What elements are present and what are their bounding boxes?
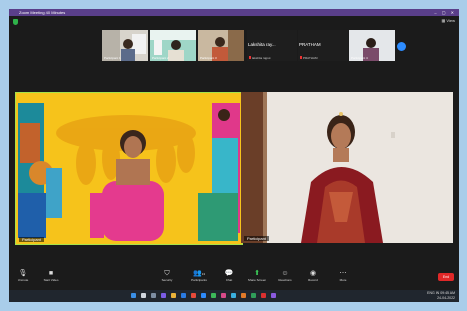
muted-mic-icon: [249, 56, 251, 59]
store-icon[interactable]: [191, 293, 196, 298]
end-meeting-button[interactable]: End: [438, 273, 454, 281]
edge-icon[interactable]: [181, 293, 186, 298]
system-tray[interactable]: ENG IN 09:45 AM 24-04-2022: [427, 291, 455, 301]
security-button[interactable]: ⛉ Security: [155, 270, 179, 283]
app-icon[interactable]: [271, 293, 276, 298]
task-view-icon[interactable]: [151, 293, 156, 298]
video-thumbnail[interactable]: Participant 2: [150, 30, 196, 61]
more-label: More: [339, 278, 347, 282]
thumbnail-name: PRATHAM: [300, 56, 317, 60]
participant-strip: Participant 1 Participant 2 Participant …: [102, 30, 422, 64]
video-thumbnail[interactable]: Participant 3: [198, 30, 244, 61]
share-screen-button[interactable]: ⬆ Share Screen: [245, 270, 269, 283]
more-button[interactable]: ⋯ More: [331, 270, 355, 283]
speaker-tile-left[interactable]: Participant: [15, 92, 243, 245]
window-title: Zoom Meeting 40 Minutes: [19, 10, 66, 15]
name-only-tile[interactable]: Lakshita ray... lakshita rajput: [247, 30, 297, 61]
zoom-window: Zoom Meeting 40 Minutes – ▢ ✕ ▦ View Par…: [9, 9, 459, 302]
security-label: Security: [161, 278, 173, 282]
more-icon: ⋯: [339, 270, 347, 277]
start-video-label: Start Video: [43, 278, 59, 282]
thumbnail-name: lakshita rajput: [249, 56, 271, 60]
unmute-label: Unmute: [17, 278, 29, 282]
chrome-icon[interactable]: [211, 293, 216, 298]
people-icon: 👥13: [192, 270, 206, 277]
video-thumbnail[interactable]: Participant 4: [349, 30, 395, 61]
participant-video-right: [241, 92, 453, 243]
start-video-button[interactable]: ■ Start Video: [39, 270, 63, 283]
view-button[interactable]: ▦ View: [441, 18, 455, 23]
teams-icon[interactable]: [161, 293, 166, 298]
record-icon: ◉: [309, 270, 317, 277]
record-label: Record: [308, 278, 318, 282]
search-icon[interactable]: [141, 293, 146, 298]
security-shield-icon[interactable]: [13, 19, 18, 25]
language-indicator: ENG IN: [427, 291, 440, 295]
zoom-icon[interactable]: [201, 293, 206, 298]
muted-mic-icon: [300, 56, 302, 59]
chat-label: Chat: [225, 278, 233, 282]
windows-taskbar: ENG IN 09:45 AM 24-04-2022: [9, 290, 459, 302]
thumbnail-name: Participant 2: [152, 56, 169, 60]
clock-time: 09:45 AM: [440, 291, 455, 295]
meeting-controls: 🎙 Unmute ■ Start Video ⛉ Security 👥13 Pa…: [9, 266, 459, 290]
app-icon[interactable]: [261, 293, 266, 298]
record-button[interactable]: ◉ Record: [301, 270, 325, 283]
grid-icon: ▦: [441, 18, 446, 23]
chat-button[interactable]: 💬 Chat: [217, 270, 241, 283]
thumbnail-name: Participant 1: [104, 56, 121, 60]
participant-display-name: Lakshita ray...: [248, 42, 276, 47]
reactions-button[interactable]: ☺ Reactions: [273, 270, 297, 283]
view-label: View: [446, 18, 455, 23]
shield-icon: ⛉: [164, 270, 170, 277]
name-only-tile[interactable]: PRATHAM PRATHAM: [298, 30, 348, 61]
start-menu-icon[interactable]: [131, 293, 136, 298]
window-controls[interactable]: – ▢ ✕: [434, 9, 456, 16]
participant-name-label: Participant: [19, 237, 44, 242]
title-bar: Zoom Meeting 40 Minutes – ▢ ✕: [9, 9, 459, 16]
video-thumbnail[interactable]: Participant 1: [102, 30, 148, 61]
video-off-icon: ■: [48, 270, 54, 277]
speaker-tile-right[interactable]: Participant: [241, 92, 453, 243]
app-icon[interactable]: [221, 293, 226, 298]
participants-label: Participants: [191, 278, 207, 282]
reaction-icon: ☺: [281, 270, 289, 277]
next-page-button[interactable]: [397, 42, 406, 51]
unmute-button[interactable]: 🎙 Unmute: [11, 270, 35, 283]
app-icon[interactable]: [241, 293, 246, 298]
participant-name-label: Participant: [244, 236, 269, 241]
share-screen-label: Share Screen: [247, 278, 267, 282]
participant-display-name: PRATHAM: [299, 42, 321, 47]
chat-icon: 💬: [224, 270, 234, 277]
file-explorer-icon[interactable]: [171, 293, 176, 298]
thumbnail-name: Participant 4: [351, 56, 368, 60]
microphone-off-icon: 🎙: [18, 270, 28, 277]
reactions-label: Reactions: [278, 278, 292, 282]
app-icon[interactable]: [251, 293, 256, 298]
thumbnail-name: Participant 3: [200, 56, 217, 60]
app-icon[interactable]: [231, 293, 236, 298]
participants-count: 13: [201, 272, 206, 276]
share-screen-icon: ⬆: [254, 270, 260, 277]
meeting-top-bar: ▦ View: [9, 16, 459, 30]
clock-date: 24-04-2022: [437, 296, 455, 300]
participants-button[interactable]: 👥13 Participants: [187, 270, 211, 283]
participant-video-left: [16, 93, 242, 244]
